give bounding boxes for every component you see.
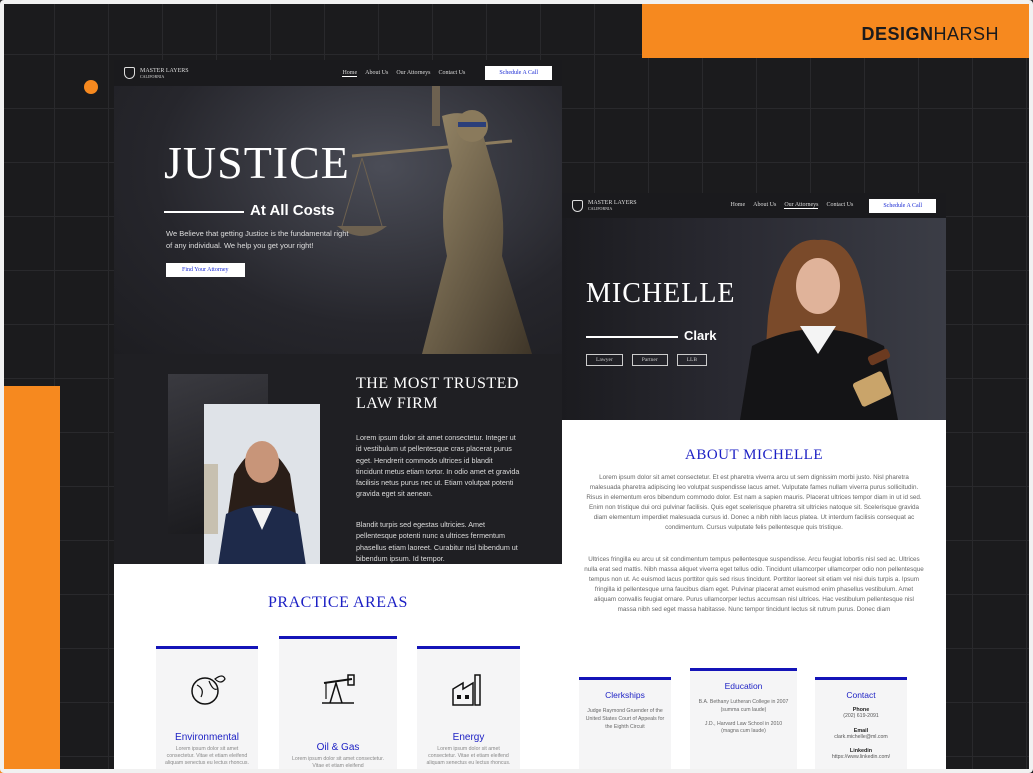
nav-about[interactable]: About Us <box>365 70 388 77</box>
firm-title-line2: LAW FIRM <box>356 395 438 412</box>
practice-card-energy[interactable]: Energy Lorem ipsum dolor sit amet consec… <box>417 646 520 773</box>
contact-title: Contact <box>846 690 876 700</box>
practice-card-environmental[interactable]: Environmental Lorem ipsum dolor sit amet… <box>156 646 258 773</box>
about-attorney-title: ABOUT MICHELLE <box>685 447 823 463</box>
nav-home[interactable]: Home <box>730 202 745 209</box>
showcase-canvas: DESIGNHARSH MASTER LAYERS CALIFORNIA Home… <box>0 0 1033 773</box>
practice-card-title: Environmental <box>175 732 239 743</box>
practice-card-title: Oil & Gas <box>316 742 360 753</box>
practice-card-text: Lorem ipsum dolor sit amet consectetur. … <box>426 746 511 766</box>
home-hero: JUSTICE At All Costs We Believe that get… <box>114 86 562 354</box>
attorney-tags: Lawyer Partner LLB <box>586 354 708 366</box>
firm-title: THE MOST TRUSTED LAW FIRM <box>356 374 519 414</box>
attorney-hero: MICHELLE Clark Lawyer Partner LLB <box>562 218 946 420</box>
globe-leaf-icon <box>191 675 226 705</box>
attorney-last-name: Clark <box>684 328 717 343</box>
attorney-first-name: MICHELLE <box>586 278 736 309</box>
schedule-call-button[interactable]: Schedule A Call <box>485 66 552 80</box>
oil-pump-icon <box>322 674 355 704</box>
site-logo[interactable]: MASTER LAYERS CALIFORNIA <box>124 67 189 79</box>
about-attorney-paragraph-2: Ultrices fringilla eu arcu ut sit condim… <box>584 556 924 613</box>
firm-title-line1: THE MOST TRUSTED <box>356 375 519 392</box>
attorney-page-mockup: MASTER LAYERS CALIFORNIA Home About Us Ou… <box>562 193 946 773</box>
shield-icon <box>572 199 583 212</box>
nav-contact[interactable]: Contact Us <box>438 70 465 77</box>
education-card: Education B.A. Bethany Lutheran College … <box>690 668 797 773</box>
practice-card-title: Energy <box>452 732 485 743</box>
nav-about[interactable]: About Us <box>753 202 776 209</box>
email-value[interactable]: clark.michelle@ml.com <box>815 734 907 742</box>
nav-attorneys[interactable]: Our Attorneys <box>396 70 430 77</box>
brand-bold: DESIGN <box>861 24 934 44</box>
hero-subtitle: At All Costs <box>250 202 335 219</box>
hero-divider <box>164 211 244 213</box>
clerkships-text: Judge Raymond Gruender of the United Sta… <box>585 708 665 730</box>
practice-areas-title: PRACTICE AREAS <box>268 594 408 611</box>
brand-banner: DESIGNHARSH <box>642 4 1029 58</box>
education-item-1: B.A. Bethany Lutheran College in 2007 (s… <box>698 699 789 713</box>
practice-areas-section: PRACTICE AREAS Environmental Lorem ipsum… <box>114 564 562 773</box>
home-navbar: MASTER LAYERS CALIFORNIA Home About Us Ou… <box>114 60 562 86</box>
logo-name: MASTER LAYERS <box>140 67 189 74</box>
firm-paragraph-1: Lorem ipsum dolor sit amet consectetur. … <box>356 433 520 499</box>
site-logo[interactable]: MASTER LAYERS CALIFORNIA <box>572 199 637 212</box>
tag-partner: Partner <box>631 354 668 366</box>
hero-title: JUSTICE <box>164 137 350 188</box>
lawyer-portrait-photo <box>204 404 320 566</box>
clerkships-title: Clerkships <box>605 690 645 700</box>
practice-card-text: Lorem ipsum dolor sit amet consectetur. … <box>165 746 249 766</box>
linkedin-link[interactable]: https://www.linkedin.com/ <box>815 754 907 762</box>
education-title: Education <box>724 681 763 691</box>
attorney-portrait-photo <box>740 239 898 420</box>
find-attorney-button[interactable]: Find Your Attorney <box>166 263 245 277</box>
brand-thin: HARSH <box>933 24 999 44</box>
tag-llb: LLB <box>676 354 708 366</box>
factory-icon <box>451 674 481 706</box>
clerkships-card: Clerkships Judge Raymond Gruender of the… <box>579 677 671 773</box>
home-page-mockup: MASTER LAYERS CALIFORNIA Home About Us Ou… <box>114 60 562 773</box>
phone-value[interactable]: (202) 619-2091 <box>815 713 907 721</box>
firm-paragraph-2: Blandit turpis sed egestas ultricies. Am… <box>356 520 518 563</box>
practice-card-oil-gas[interactable]: Oil & Gas Lorem ipsum dolor sit amet con… <box>279 636 397 773</box>
orange-dot <box>84 80 98 94</box>
nav-contact[interactable]: Contact Us <box>826 202 853 209</box>
shield-icon <box>124 67 135 79</box>
attorney-navbar: MASTER LAYERS CALIFORNIA Home About Us Ou… <box>562 193 946 218</box>
nav-links: Home About Us Our Attorneys Contact Us <box>342 70 465 77</box>
practice-card-text: Lorem ipsum dolor sit amet consectetur. … <box>292 756 384 769</box>
logo-location: CALIFORNIA <box>588 206 613 211</box>
about-firm-section: THE MOST TRUSTED LAW FIRM Lorem ipsum dol… <box>114 354 562 566</box>
nav-attorneys[interactable]: Our Attorneys <box>784 202 819 209</box>
about-attorney-paragraph-1: Lorem ipsum dolor sit amet consectetur. … <box>586 474 922 531</box>
orange-accent-block <box>0 386 60 773</box>
logo-location: CALIFORNIA <box>140 73 165 79</box>
tag-lawyer: Lawyer <box>586 354 623 366</box>
contact-card: Contact Phone (202) 619-2091 Email clark… <box>815 677 907 773</box>
hero-description: We Believe that getting Justice is the f… <box>166 229 349 250</box>
nav-home[interactable]: Home <box>342 70 358 77</box>
brand-logo: DESIGNHARSH <box>861 24 999 45</box>
lady-justice-statue-image <box>337 86 532 354</box>
education-item-2: J.D., Harvard Law School in 2010 (magna … <box>704 720 783 735</box>
attorney-name-divider <box>586 336 678 338</box>
schedule-call-button[interactable]: Schedule A Call <box>869 198 936 213</box>
nav-links: Home About Us Our Attorneys Contact Us <box>730 202 853 209</box>
